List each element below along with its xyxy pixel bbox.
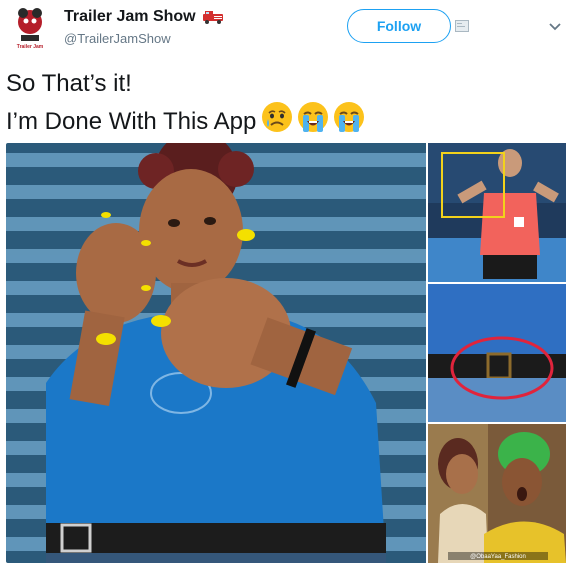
chevron-down-icon[interactable] <box>548 22 562 32</box>
watermark: @ObaaYaa_Fashion <box>470 554 526 560</box>
name-row: Trailer Jam Show <box>64 8 224 26</box>
tweet-header: Trailer Jam Trailer Jam Show @TrailerJam… <box>0 0 569 62</box>
emoji-row <box>260 100 366 134</box>
loudly-crying-face-icon <box>334 102 365 132</box>
photo-referee-highlighted[interactable] <box>428 143 566 282</box>
display-name[interactable]: Trailer Jam Show <box>64 8 196 26</box>
sad-but-relieved-face-icon <box>262 102 293 132</box>
tweet-line-1: So That’s it! <box>6 70 132 97</box>
photo-belt-circled[interactable] <box>428 284 566 422</box>
tweet-text: So That’s it! I’m Done With This App <box>6 68 556 138</box>
fire-engine-icon <box>202 11 223 24</box>
photo-woman-blue-shirt[interactable] <box>6 143 426 563</box>
handle[interactable]: @TrailerJamShow <box>64 31 171 46</box>
media-grid: @ObaaYaa_Fashion <box>6 143 566 563</box>
loudly-crying-face-icon <box>298 102 329 132</box>
tweet-line-2: I’m Done With This App <box>6 108 257 135</box>
avatar[interactable]: Trailer Jam <box>9 5 51 51</box>
tweet-line-2-wrap: I’m Done With This App <box>6 100 556 138</box>
follow-button[interactable]: Follow <box>347 9 451 43</box>
avatar-text: Trailer Jam <box>17 44 44 50</box>
card-icon <box>455 20 469 32</box>
photo-surprised-woman[interactable]: @ObaaYaa_Fashion <box>428 424 566 563</box>
